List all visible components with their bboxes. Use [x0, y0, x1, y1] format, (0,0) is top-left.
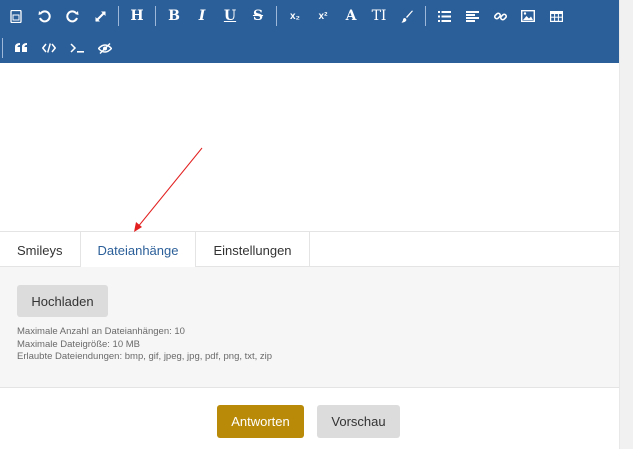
editor-tabs: Smileys Dateianhänge Einstellungen [0, 231, 619, 269]
allowed-extensions-text: Erlaubte Dateiendungen: bmp, gif, jpeg, … [17, 351, 273, 362]
redo-icon[interactable] [58, 3, 86, 29]
strikethrough-icon[interactable]: S [244, 3, 272, 29]
heading-icon[interactable]: H [123, 3, 151, 29]
align-icon[interactable] [458, 3, 486, 29]
tab-attachments[interactable]: Dateianhänge [80, 232, 197, 269]
spoiler-icon[interactable] [91, 35, 119, 61]
image-icon[interactable] [514, 3, 542, 29]
tab-settings[interactable]: Einstellungen [196, 232, 310, 268]
toolbar-separator [155, 6, 156, 26]
italic-icon[interactable]: I [188, 3, 216, 29]
editor-text-area[interactable] [0, 63, 619, 231]
paint-brush-icon[interactable] [393, 3, 421, 29]
font-size-icon[interactable]: A [337, 3, 365, 29]
superscript-icon[interactable]: x² [309, 3, 337, 29]
code-icon[interactable] [35, 35, 63, 61]
page-scrollbar[interactable] [619, 0, 633, 449]
attachments-panel: Hochladen Maximale Anzahl an Dateianhäng… [0, 267, 619, 388]
link-icon[interactable] [486, 3, 514, 29]
attachment-limits: Maximale Anzahl an Dateianhängen: 10 Max… [17, 326, 272, 364]
toolbar-separator [425, 6, 426, 26]
source-icon[interactable] [2, 3, 30, 29]
upload-button[interactable]: Hochladen [17, 285, 108, 317]
preview-button[interactable]: Vorschau [317, 405, 400, 438]
underline-icon[interactable]: U [216, 3, 244, 29]
fullscreen-icon[interactable] [86, 3, 114, 29]
font-family-icon[interactable]: TI [365, 3, 393, 29]
subscript-icon[interactable]: x₂ [281, 3, 309, 29]
toolbar-separator [118, 6, 119, 26]
toolbar-separator [276, 6, 277, 26]
max-attachments-text: Maximale Anzahl an Dateianhängen: 10 [17, 326, 185, 337]
undo-icon[interactable] [30, 3, 58, 29]
tab-smileys[interactable]: Smileys [0, 232, 81, 268]
list-icon[interactable] [430, 3, 458, 29]
max-file-size-text: Maximale Dateigröße: 10 MB [17, 338, 141, 350]
editor-toolbar: H B I U S x₂ x² A TI [0, 0, 619, 63]
bold-icon[interactable]: B [160, 3, 188, 29]
terminal-icon[interactable] [63, 35, 91, 61]
toolbar-row-2 [0, 32, 119, 64]
toolbar-row-1: H B I U S x₂ x² A TI [2, 0, 570, 32]
toolbar-separator [2, 38, 3, 58]
quote-icon[interactable] [7, 35, 35, 61]
table-icon[interactable] [542, 3, 570, 29]
reply-button[interactable]: Antworten [217, 405, 304, 438]
form-actions: Antworten Vorschau [0, 389, 619, 449]
